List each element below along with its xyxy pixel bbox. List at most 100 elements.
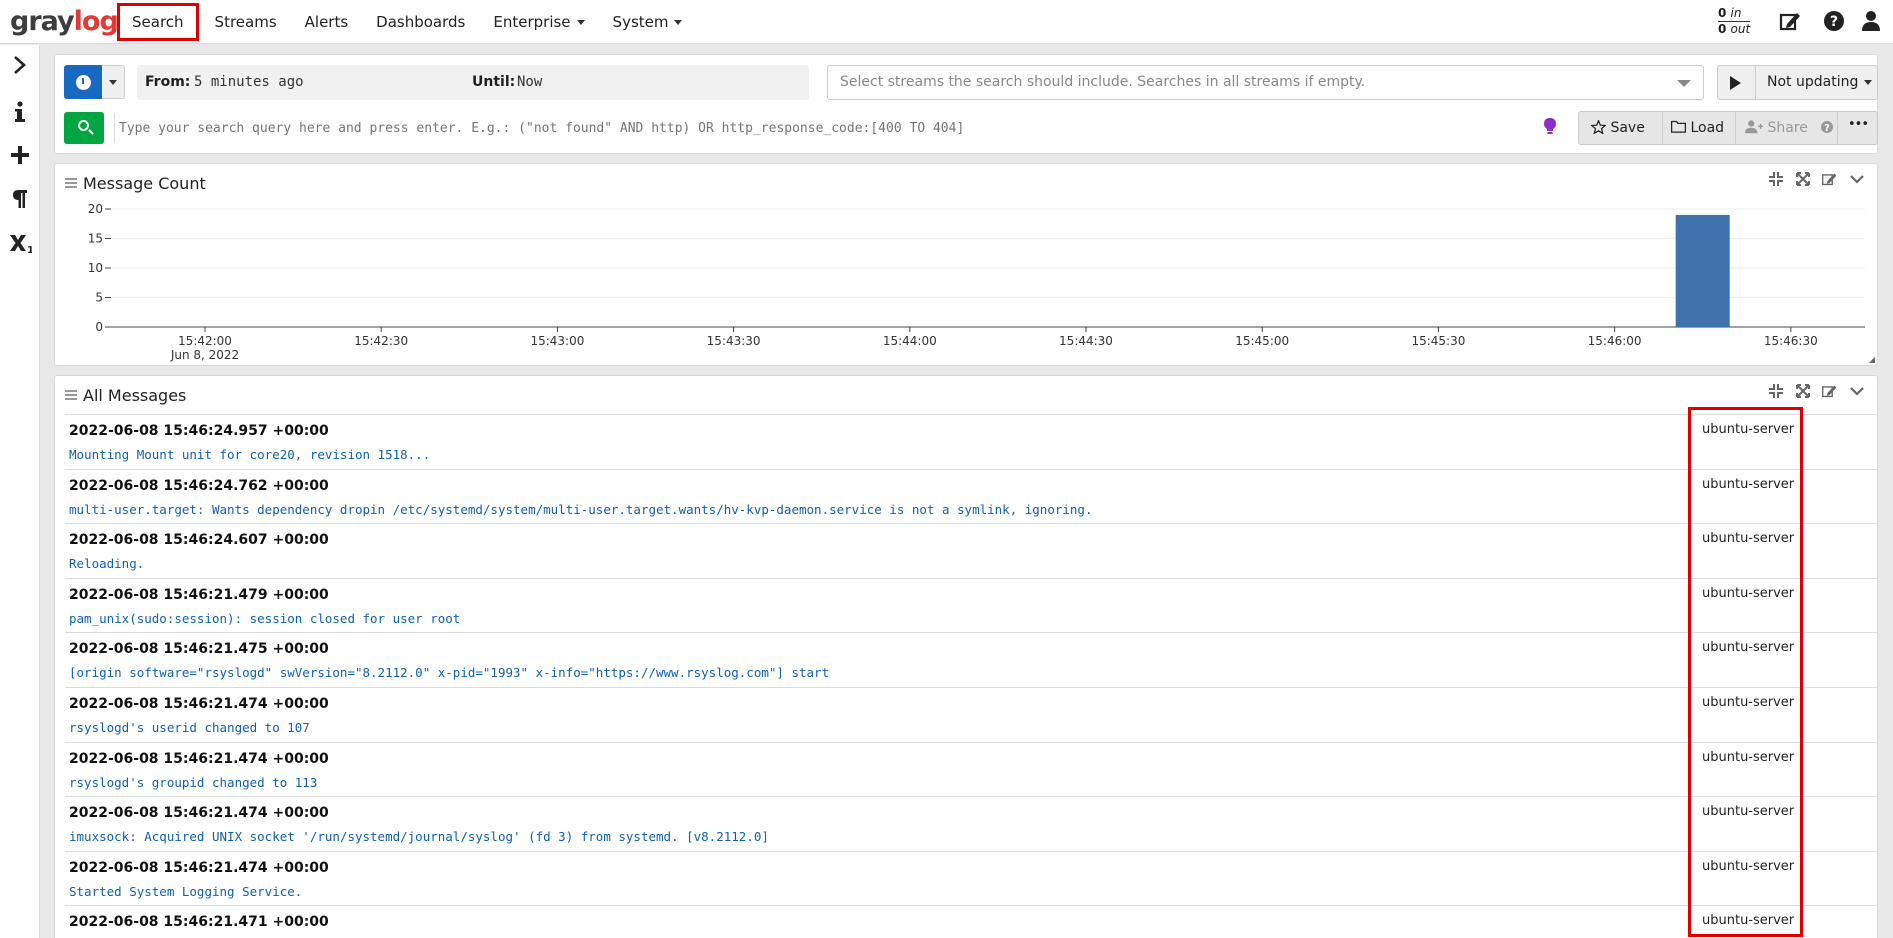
message-count-chart: 0 5 10 15 20 15:42:00Jun 8, 2022 15:42:30 15:43… (88, 202, 1865, 362)
resize-handle-icon[interactable]: ◢ (1869, 355, 1875, 364)
x-tick-label: 15:42:30 (354, 334, 408, 348)
load-label: Load (1690, 120, 1725, 136)
caret-down-icon (576, 20, 585, 25)
throughput-out-value: 0 (1718, 22, 1727, 36)
message-text: Reloading. (69, 556, 145, 572)
save-button[interactable]: Save (1590, 118, 1645, 136)
message-source: ubuntu-server (1702, 749, 1795, 765)
throughput-indicator[interactable]: 0 in 0 out (1718, 6, 1751, 37)
time-range-display[interactable]: From: 5 minutes ago Until: Now (137, 65, 809, 100)
caret-down-icon (1677, 80, 1691, 87)
edit-icon[interactable] (1778, 10, 1802, 34)
message-text: [origin software="rsyslogd" swVersion="8… (69, 665, 830, 681)
paragraph-icon[interactable] (0, 189, 40, 215)
x-tick-label: 15:43:30 (707, 334, 761, 348)
subscript-icon[interactable]: 1 (0, 232, 40, 260)
message-source: ubuntu-server (1702, 531, 1795, 547)
svg-text:?: ? (1824, 123, 1830, 134)
x-tick-label: 15:42:00 (178, 334, 232, 348)
y-tick-label: 20 (88, 202, 103, 216)
y-tick-label: 5 (95, 291, 103, 305)
info-icon[interactable] (0, 101, 40, 129)
x-tick-label: 15:46:00 (1588, 334, 1642, 348)
search-icon (78, 120, 89, 131)
question-circle-icon[interactable]: ? (1820, 120, 1834, 136)
message-source: ubuntu-server (1702, 913, 1795, 929)
nav-streams[interactable]: Streams (201, 0, 291, 44)
table-row[interactable]: 2022-06-08 15:46:24.957 +00:00 Mounting M… (65, 414, 1877, 468)
nav-enterprise[interactable]: Enterprise (479, 0, 598, 44)
x-tick-label: 15:44:00 (883, 334, 937, 348)
save-label: Save (1610, 120, 1645, 136)
table-row[interactable]: 2022-06-08 15:46:21.474 +00:00 Started Sy… (65, 850, 1877, 905)
nav-alerts[interactable]: Alerts (291, 0, 363, 44)
time-range-dropdown-button[interactable] (102, 65, 125, 99)
table-row[interactable]: 2022-06-08 15:46:21.475 +00:00 [origin so… (65, 632, 1877, 686)
search-actions-group: Save Load Share ? ••• (1578, 111, 1878, 145)
x-tick-label: 15:45:30 (1411, 334, 1465, 348)
action-separator (1662, 112, 1663, 144)
svg-text:?: ? (1830, 14, 1838, 30)
chart-bar (1675, 214, 1730, 327)
more-actions-button[interactable]: ••• (1848, 117, 1869, 132)
streams-select[interactable]: Select streams the search should include… (827, 65, 1704, 100)
plus-icon[interactable] (0, 145, 40, 170)
table-row[interactable]: 2022-06-08 15:46:21.474 +00:00 rsyslogd's… (65, 741, 1877, 796)
lightbulb-icon[interactable] (1544, 118, 1556, 134)
refresh-control: Not updating (1717, 65, 1878, 100)
table-row[interactable]: 2022-06-08 15:46:24.607 +00:00 Reloading.… (65, 523, 1877, 577)
message-text: multi-user.target: Wants dependency drop… (69, 501, 1093, 517)
message-timestamp: 2022-06-08 15:46:24.607 +00:00 (69, 532, 329, 549)
message-text: pam_unix(sudo:session): session closed f… (69, 610, 461, 626)
edit-widget-icon[interactable] (1821, 384, 1838, 402)
message-text: rsyslogd's groupid changed to 113 (69, 774, 318, 790)
x-tick-label: 15:44:30 (1059, 334, 1113, 348)
message-text: rsyslogd's userid changed to 107 (69, 720, 310, 735)
message-count-widget: Message Count 0 5 10 15 20 15:42:00 Jun 8, 202… (54, 163, 1878, 366)
all-messages-widget: All Messages 2022-06-08 15:46:24.957 +00… (54, 375, 1878, 938)
table-row[interactable]: 2022-06-08 15:46:21.479 +00:00 pam_unix(s… (65, 577, 1877, 632)
user-icon[interactable] (1859, 10, 1883, 34)
table-row[interactable]: 2022-06-08 15:46:21.471 +00:00 ubuntu-ser… (65, 905, 1877, 938)
left-sidebar: 1 (0, 45, 40, 938)
throughput-out-unit: out (1730, 22, 1751, 36)
message-text: imuxsock: Acquired UNIX socket '/run/sys… (69, 829, 769, 845)
refresh-interval-dropdown[interactable]: Not updating (1767, 74, 1873, 90)
compress-icon[interactable] (1767, 384, 1784, 402)
expand-icon[interactable] (1794, 384, 1811, 402)
graylog-logo[interactable]: graylog (10, 6, 119, 37)
top-navbar: graylog Search Streams Alerts Dashboards… (0, 0, 1893, 44)
table-row[interactable]: 2022-06-08 15:46:24.762 +00:00 multi-user… (65, 468, 1877, 523)
play-icon[interactable] (1730, 76, 1741, 90)
widget-actions (1767, 384, 1865, 402)
y-tick-label: 0 (95, 320, 103, 334)
message-timestamp: 2022-06-08 15:46:21.475 +00:00 (69, 641, 329, 658)
x-tick-label: 15:45:00 (1235, 334, 1289, 348)
share-button[interactable]: Share ? (1745, 120, 1834, 136)
until-label: Until: (472, 74, 516, 90)
action-separator (1837, 112, 1838, 144)
y-tick-label: 15 (88, 232, 103, 246)
message-source: ubuntu-server (1702, 640, 1795, 656)
from-label: From: (145, 74, 191, 90)
chevron-right-icon[interactable] (0, 55, 40, 81)
nav-search[interactable]: Search (117, 3, 199, 41)
nav-dashboards[interactable]: Dashboards (362, 0, 479, 44)
widget-title: All Messages (83, 386, 187, 405)
x-tick-label: 15:46:30 (1764, 334, 1818, 348)
until-value: Now (517, 74, 543, 90)
help-icon[interactable]: ? (1822, 10, 1846, 34)
chevron-down-icon[interactable] (1848, 384, 1865, 402)
table-row[interactable]: 2022-06-08 15:46:21.474 +00:00 imuxsock: … (65, 796, 1877, 850)
message-source: ubuntu-server (1702, 585, 1795, 601)
table-row[interactable]: 2022-06-08 15:46:21.474 +00:00 rsyslogd's… (65, 687, 1877, 741)
search-query-input[interactable] (114, 113, 1534, 143)
message-timestamp: 2022-06-08 15:46:21.474 +00:00 (69, 696, 329, 712)
action-separator (1735, 112, 1736, 144)
drag-handle-icon[interactable] (65, 390, 77, 400)
x-tick-label: 15:43:00 (530, 334, 584, 348)
nav-system[interactable]: System (599, 0, 697, 44)
nav-system-label: System (612, 13, 669, 31)
message-source: ubuntu-server (1702, 804, 1795, 820)
load-button[interactable]: Load (1671, 120, 1724, 136)
